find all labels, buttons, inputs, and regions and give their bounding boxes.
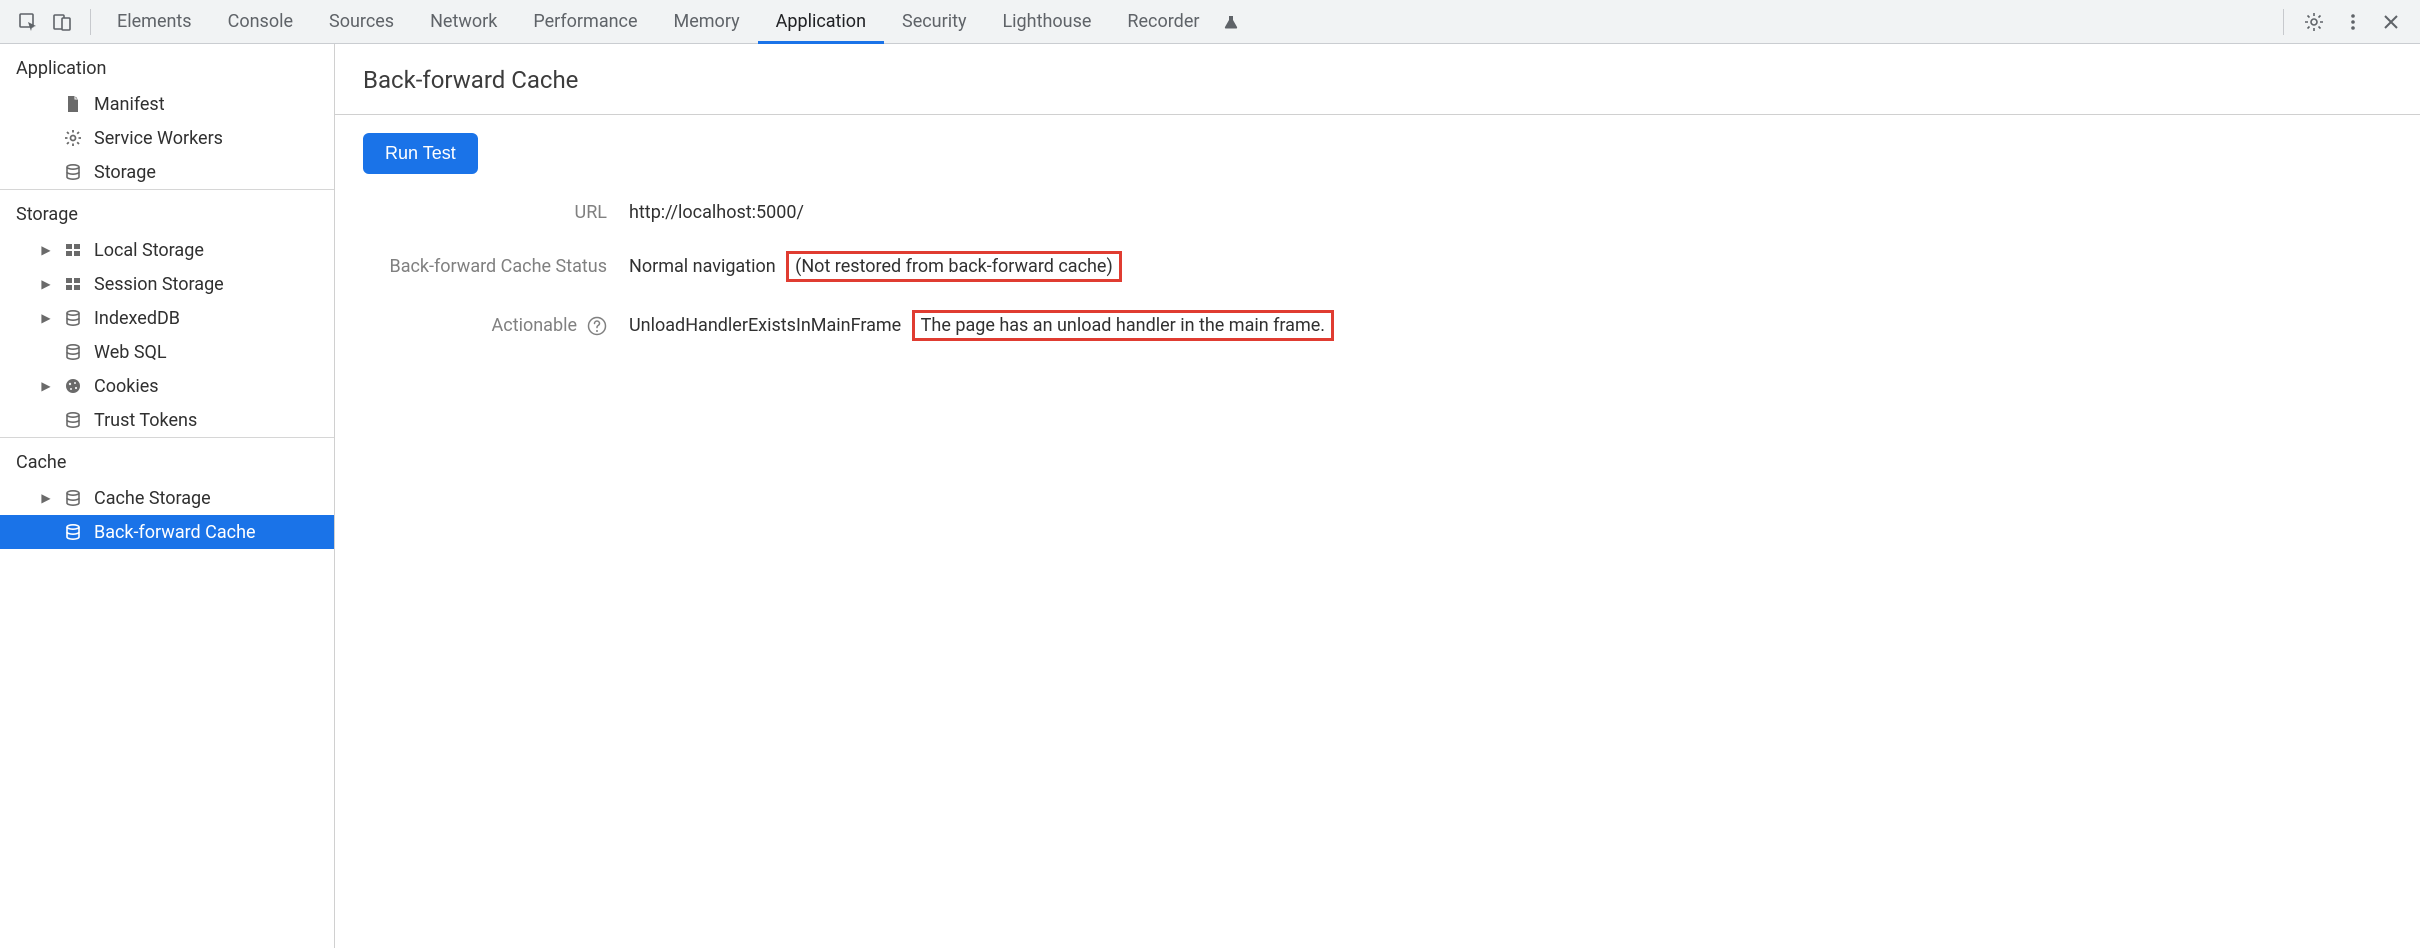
sidebar-item-service-workers[interactable]: Service Workers xyxy=(0,121,334,155)
help-icon[interactable] xyxy=(587,316,607,336)
close-icon[interactable] xyxy=(2382,13,2400,31)
content-pane: Back-forward Cache Run Test URL http://l… xyxy=(335,44,2420,948)
status-value: Normal navigation (Not restored from bac… xyxy=(629,251,2392,282)
actionable-reason-code: UnloadHandlerExistsInMainFrame xyxy=(629,315,901,336)
more-vert-icon[interactable] xyxy=(2344,13,2362,31)
caret-icon: ▶ xyxy=(40,277,52,291)
sidebar-item-indexeddb[interactable]: ▶ IndexedDB xyxy=(0,301,334,335)
sidebar-item-label: Back-forward Cache xyxy=(94,522,256,543)
cookie-icon xyxy=(62,375,84,397)
sidebar-item-local-storage[interactable]: ▶ Local Storage xyxy=(0,233,334,267)
caret-icon: ▶ xyxy=(40,379,52,393)
database-icon xyxy=(62,341,84,363)
sidebar-item-label: Web SQL xyxy=(94,342,167,363)
sidebar-item-manifest[interactable]: Manifest xyxy=(0,87,334,121)
status-value-prefix: Normal navigation xyxy=(629,256,776,277)
tabs: ElementsConsoleSourcesNetworkPerformance… xyxy=(99,0,1217,43)
inspect-element-icon[interactable] xyxy=(18,12,38,32)
sidebar-item-label: Cache Storage xyxy=(94,488,211,509)
tab-application[interactable]: Application xyxy=(758,0,884,43)
sidebar-item-cookies[interactable]: ▶ Cookies xyxy=(0,369,334,403)
sidebar-item-label: Service Workers xyxy=(94,128,223,149)
actionable-value: UnloadHandlerExistsInMainFrame The page … xyxy=(629,310,2392,341)
actionable-label-text: Actionable xyxy=(492,315,577,336)
sidebar-item-label: Local Storage xyxy=(94,240,204,261)
sidebar-item-label: Storage xyxy=(94,162,156,183)
caret-icon: ▶ xyxy=(40,311,52,325)
url-value: http://localhost:5000/ xyxy=(629,202,2392,223)
sidebar-item-back-forward-cache[interactable]: Back-forward Cache xyxy=(0,515,334,549)
tab-memory[interactable]: Memory xyxy=(656,0,758,43)
file-icon xyxy=(62,93,84,115)
actionable-label: Actionable xyxy=(492,310,607,341)
sidebar-group-title: Cache xyxy=(0,438,334,481)
sidebar-item-web-sql[interactable]: Web SQL xyxy=(0,335,334,369)
database-icon xyxy=(62,521,84,543)
actionable-reason-text: The page has an unload handler in the ma… xyxy=(912,310,1334,341)
tabbar-right-icons xyxy=(2292,12,2412,32)
database-icon xyxy=(62,487,84,509)
tab-console[interactable]: Console xyxy=(210,0,311,43)
sidebar-group-title: Application xyxy=(0,44,334,87)
tab-performance[interactable]: Performance xyxy=(515,0,655,43)
tab-lighthouse[interactable]: Lighthouse xyxy=(984,0,1109,43)
tab-recorder[interactable]: Recorder xyxy=(1109,0,1217,43)
caret-icon: ▶ xyxy=(40,243,52,257)
grid-icon xyxy=(62,273,84,295)
database-icon xyxy=(62,409,84,431)
tabbar-divider xyxy=(2283,9,2284,35)
database-icon xyxy=(62,161,84,183)
status-value-highlight: (Not restored from back-forward cache) xyxy=(786,251,1122,282)
sidebar-group-title: Storage xyxy=(0,190,334,233)
grid-icon xyxy=(62,239,84,261)
tab-sources[interactable]: Sources xyxy=(311,0,412,43)
sidebar-item-label: IndexedDB xyxy=(94,308,180,329)
tab-security[interactable]: Security xyxy=(884,0,984,43)
status-label: Back-forward Cache Status xyxy=(390,251,608,282)
sidebar-item-cache-storage[interactable]: ▶ Cache Storage xyxy=(0,481,334,515)
caret-icon: ▶ xyxy=(40,491,52,505)
sidebar-item-trust-tokens[interactable]: Trust Tokens xyxy=(0,403,334,437)
tabbar-divider xyxy=(90,9,91,35)
gear-icon[interactable] xyxy=(2304,12,2324,32)
sidebar-item-label: Session Storage xyxy=(94,274,224,295)
sidebar-item-label: Cookies xyxy=(94,376,159,397)
devtools-tabbar: ElementsConsoleSourcesNetworkPerformance… xyxy=(0,0,2420,44)
url-label: URL xyxy=(575,202,607,223)
sidebar-item-label: Manifest xyxy=(94,94,165,115)
sidebar-item-session-storage[interactable]: ▶ Session Storage xyxy=(0,267,334,301)
tabbar-left-icons xyxy=(8,12,82,32)
database-icon xyxy=(62,307,84,329)
tab-network[interactable]: Network xyxy=(412,0,515,43)
sidebar-item-label: Trust Tokens xyxy=(94,410,197,431)
sidebar-item-storage[interactable]: Storage xyxy=(0,155,334,189)
page-title: Back-forward Cache xyxy=(335,44,2420,114)
content-body: Run Test URL http://localhost:5000/ Back… xyxy=(335,115,2420,359)
bfcache-details: URL http://localhost:5000/ Back-forward … xyxy=(363,202,2392,341)
toggle-device-toolbar-icon[interactable] xyxy=(52,12,72,32)
gear-icon xyxy=(62,127,84,149)
recorder-flask-icon xyxy=(1223,14,1239,30)
application-sidebar: Application Manifest Service Workers Storag… xyxy=(0,44,335,948)
run-test-button[interactable]: Run Test xyxy=(363,133,478,174)
tab-elements[interactable]: Elements xyxy=(99,0,210,43)
